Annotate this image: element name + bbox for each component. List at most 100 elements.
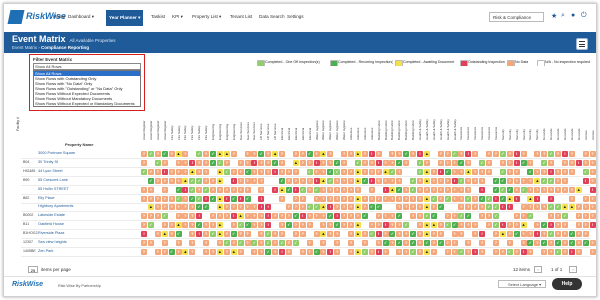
matrix-cell-nd[interactable]: ? [341, 195, 348, 202]
matrix-cell-nd[interactable]: ? [203, 222, 210, 229]
matrix-cell-aw[interactable]: ▲ [237, 213, 244, 220]
matrix-cell-nd[interactable]: ? [472, 168, 479, 175]
column-header[interactable]: Building Fabric [410, 70, 416, 140]
matrix-cell-nd[interactable]: ? [430, 177, 437, 184]
matrix-cell-nd[interactable]: ? [458, 222, 465, 229]
matrix-cell-nd[interactable]: ? [285, 240, 292, 246]
matrix-cell-nd[interactable]: ? [568, 195, 575, 202]
matrix-cell-nd[interactable]: ? [548, 213, 555, 220]
matrix-cell-rec[interactable]: ✓ [161, 151, 168, 157]
matrix-cell-rec[interactable]: ✓ [175, 186, 182, 193]
matrix-cell-nd[interactable]: ? [561, 177, 568, 184]
matrix-cell-nd[interactable]: ? [182, 159, 189, 166]
matrix-cell-rec[interactable]: ✓ [313, 248, 320, 255]
column-header[interactable]: Electrical [286, 70, 292, 140]
matrix-cell-one[interactable]: ✓ [403, 222, 410, 229]
nav-item-data-search[interactable]: Data Search [259, 14, 285, 19]
nav-item-property-list[interactable]: Property List ▾ [192, 14, 221, 20]
column-header[interactable]: Security [527, 70, 533, 140]
matrix-cell-nd[interactable]: ? [279, 222, 285, 229]
matrix-cell-nd[interactable]: ? [444, 177, 451, 184]
matrix-cell-out[interactable]: ! [230, 177, 237, 184]
matrix-cell-nd[interactable]: ? [527, 204, 534, 211]
matrix-cell-aw[interactable]: ▲ [161, 231, 168, 238]
matrix-cell-aw[interactable]: ▲ [423, 195, 430, 202]
matrix-cell-nd[interactable]: ? [403, 231, 410, 238]
matrix-cell-nd[interactable]: ? [279, 168, 285, 175]
matrix-cell-nd[interactable]: ? [196, 168, 203, 175]
matrix-cell-nd[interactable]: ? [348, 151, 354, 157]
matrix-cell-rec[interactable]: ✓ [265, 248, 272, 255]
matrix-cell-nd[interactable]: ? [472, 231, 479, 238]
matrix-cell-nd[interactable]: ? [327, 195, 334, 202]
matrix-cell-rec[interactable]: ✓ [396, 213, 403, 220]
matrix-cell-nd[interactable]: ? [458, 204, 465, 211]
matrix-cell-nd[interactable]: ? [430, 186, 437, 193]
matrix-cell-out[interactable]: ! [272, 186, 279, 193]
matrix-cell-nd[interactable]: ? [189, 231, 196, 238]
matrix-cell-nd[interactable]: ? [375, 151, 382, 157]
matrix-cell-nd[interactable]: ? [368, 159, 375, 166]
matrix-cell-nd[interactable]: ? [479, 240, 486, 246]
matrix-cell-nd[interactable]: ? [348, 240, 354, 246]
column-header[interactable]: Electrical [300, 70, 306, 140]
matrix-cell-out[interactable]: ! [265, 204, 272, 211]
matrix-cell-out[interactable]: ! [534, 231, 541, 238]
matrix-cell-nd[interactable]: ? [492, 240, 499, 246]
matrix-cell-nd[interactable]: ? [299, 195, 306, 202]
matrix-cell-out[interactable]: ! [499, 222, 506, 229]
matrix-cell-aw[interactable]: ▲ [182, 177, 189, 184]
matrix-cell-nd[interactable]: ? [168, 168, 175, 175]
matrix-cell-nd[interactable]: ? [513, 177, 520, 184]
matrix-cell-nd[interactable]: ? [368, 195, 375, 202]
matrix-cell-one[interactable]: ✓ [417, 168, 423, 175]
matrix-cell-out[interactable]: ! [534, 195, 541, 202]
matrix-cell-rec[interactable]: ✓ [361, 213, 368, 220]
matrix-cell-rec[interactable]: ✓ [479, 195, 486, 202]
matrix-cell-rec[interactable]: ✓ [410, 231, 417, 238]
matrix-cell-nd[interactable]: ? [306, 248, 313, 255]
matrix-cell-nd[interactable]: ? [168, 231, 175, 238]
matrix-cell-rec[interactable]: ✓ [244, 222, 251, 229]
matrix-cell-nd[interactable]: ? [334, 231, 341, 238]
matrix-cell-one[interactable]: ✓ [410, 248, 417, 255]
matrix-cell-nd[interactable]: ? [555, 231, 561, 238]
column-header[interactable]: Engineering [217, 70, 223, 140]
matrix-cell-out[interactable]: ! [375, 159, 382, 166]
matrix-cell-rec[interactable]: ✓ [520, 159, 527, 166]
column-header[interactable]: Health & Safety [417, 70, 423, 140]
matrix-cell-aw[interactable]: ▲ [216, 222, 223, 229]
matrix-cell-out[interactable]: ! [582, 177, 589, 184]
matrix-cell-aw[interactable]: ▲ [423, 204, 430, 211]
matrix-cell-nd[interactable]: ? [465, 240, 472, 246]
nav-item-taskist[interactable]: Taskist [151, 14, 165, 19]
matrix-cell-rec[interactable]: ✓ [396, 240, 403, 246]
column-header[interactable]: Asset Register [162, 70, 168, 140]
column-header[interactable]: Security [514, 70, 520, 140]
matrix-cell-one[interactable]: ✓ [265, 231, 272, 238]
matrix-cell-nd[interactable]: ? [389, 213, 396, 220]
matrix-cell-aw[interactable]: ▲ [575, 186, 582, 193]
matrix-cell-nd[interactable]: ? [147, 195, 154, 202]
matrix-cell-aw[interactable]: ▲ [520, 222, 527, 229]
matrix-cell-nd[interactable]: ? [520, 240, 527, 246]
matrix-cell-rec[interactable]: ✓ [458, 159, 465, 166]
matrix-cell-nd[interactable]: ? [534, 168, 541, 175]
matrix-cell-nd[interactable]: ? [168, 177, 175, 184]
matrix-cell-one[interactable]: ✓ [410, 177, 417, 184]
matrix-cell-nd[interactable]: ? [230, 168, 237, 175]
column-header[interactable]: Insurance [458, 70, 464, 140]
matrix-cell-nd[interactable]: ? [575, 231, 582, 238]
matrix-cell-nd[interactable]: ? [513, 186, 520, 193]
matrix-cell-nd[interactable]: ? [575, 204, 582, 211]
matrix-cell-rec[interactable]: ✓ [396, 186, 403, 193]
property-link[interactable]: 55 Hollin STREET [38, 187, 69, 191]
matrix-cell-nd[interactable]: ? [348, 195, 354, 202]
matrix-cell-aw[interactable]: ▲ [423, 168, 430, 175]
matrix-cell-nd[interactable]: ? [161, 177, 168, 184]
matrix-cell-nd[interactable]: ? [396, 168, 403, 175]
matrix-cell-aw[interactable]: ▲ [354, 177, 361, 184]
matrix-cell-aw[interactable]: ▲ [354, 231, 361, 238]
matrix-cell-nd[interactable]: ? [168, 151, 175, 157]
matrix-cell-one[interactable]: ✓ [430, 195, 437, 202]
